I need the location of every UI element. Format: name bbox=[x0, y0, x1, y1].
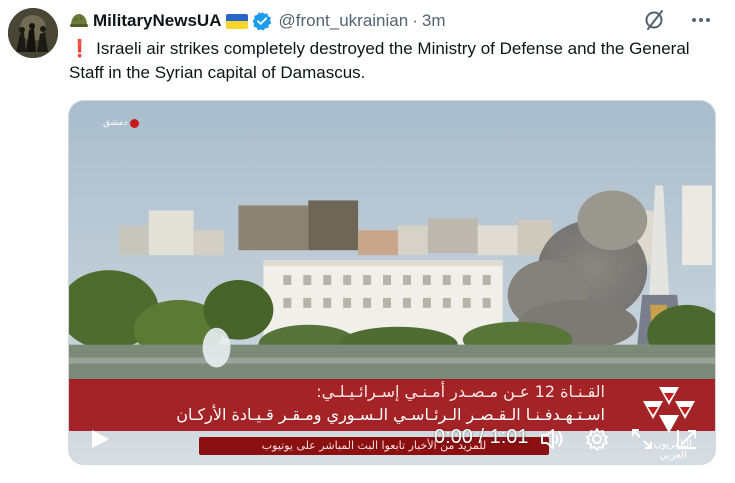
more-icon[interactable] bbox=[689, 8, 713, 32]
volume-icon[interactable] bbox=[539, 426, 565, 452]
red-exclamation-icon: ❗ bbox=[69, 39, 91, 58]
tweet-body: Israeli air strikes completely destroyed… bbox=[69, 39, 690, 82]
location-badge: دمشق bbox=[103, 118, 140, 128]
separator-dot: · bbox=[412, 11, 418, 30]
play-icon[interactable] bbox=[89, 428, 111, 450]
video-controls: 0:00 / 1:01 bbox=[69, 414, 715, 464]
tweet-text: ❗ Israeli air strikes completely destroye… bbox=[69, 37, 709, 85]
top-actions bbox=[643, 8, 713, 32]
ticker-headline: القـنـاة 12 عـن مـصـدر أمـنـي إسـرائـيـل… bbox=[316, 382, 605, 401]
tweet-header: MilitaryNewsUA @front_ukrainian · 3m bbox=[69, 9, 446, 33]
video-timecode: 0:00 / 1:01 bbox=[434, 426, 529, 448]
fullscreen-icon[interactable] bbox=[629, 426, 655, 452]
live-dot-icon bbox=[130, 118, 140, 128]
account-handle[interactable]: @front_ukrainian bbox=[278, 11, 408, 31]
settings-icon[interactable] bbox=[584, 426, 610, 452]
verified-badge-icon[interactable] bbox=[252, 11, 272, 31]
account-name[interactable]: MilitaryNewsUA bbox=[93, 11, 221, 31]
ukraine-flag-icon bbox=[226, 13, 249, 29]
video-player[interactable]: دمشق القـنـاة 12 عـن مـصـدر أمـنـي إسـرا… bbox=[68, 100, 716, 465]
post-time[interactable]: 3m bbox=[422, 11, 446, 31]
helmet-icon bbox=[69, 11, 89, 31]
location-badge-label: دمشق bbox=[103, 118, 128, 128]
grok-icon[interactable] bbox=[643, 8, 667, 32]
logo-icon[interactable] bbox=[674, 426, 700, 452]
avatar[interactable] bbox=[8, 8, 58, 58]
